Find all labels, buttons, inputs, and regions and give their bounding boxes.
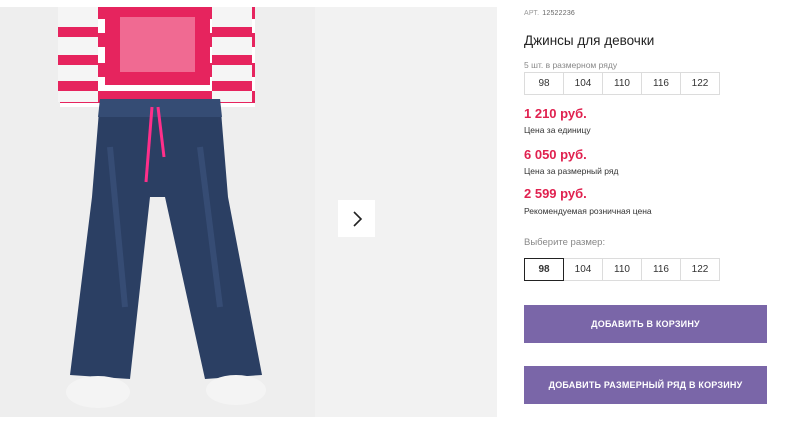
size-option-110[interactable]: 110 — [602, 258, 642, 281]
pack-size: 110 — [602, 72, 642, 95]
pack-size: 98 — [524, 72, 564, 95]
sku-value: 12522236 — [542, 10, 576, 17]
size-option-98[interactable]: 98 — [524, 258, 564, 281]
size-option-116[interactable]: 116 — [641, 258, 681, 281]
chevron-right-icon — [352, 210, 362, 227]
retail-price: 2 599 руб. — [524, 186, 587, 201]
add-pack-to-cart-button[interactable]: ДОБАВИТЬ РАЗМЕРНЫЙ РЯД В КОРЗИНУ — [524, 366, 767, 404]
size-picker-label: Выберите размер: — [524, 237, 606, 248]
size-option-122[interactable]: 122 — [680, 258, 720, 281]
product-photo[interactable] — [0, 7, 315, 417]
pack-size: 122 — [680, 72, 720, 95]
product-title: Джинсы для девочки — [524, 33, 655, 48]
size-option-104[interactable]: 104 — [563, 258, 603, 281]
sku: АРТ. 12522236 — [524, 10, 575, 17]
pack-price-label: Цена за размерный ряд — [524, 166, 619, 176]
pack-price: 6 050 руб. — [524, 147, 587, 162]
pack-size: 116 — [641, 72, 681, 95]
pack-size: 104 — [563, 72, 603, 95]
product-photo-image — [0, 7, 315, 417]
retail-price-label: Рекомендуемая розничная цена — [524, 206, 652, 216]
unit-price-label: Цена за единицу — [524, 125, 591, 135]
add-to-cart-button[interactable]: ДОБАВИТЬ В КОРЗИНУ — [524, 305, 767, 343]
gallery-next-button[interactable] — [338, 200, 375, 237]
pack-size-list: 98 104 110 116 122 — [524, 72, 720, 95]
size-picker: 98 104 110 116 122 — [524, 258, 720, 281]
pack-note: 5 шт. в размерном ряду — [524, 60, 618, 70]
sku-label: АРТ. — [524, 10, 540, 17]
unit-price: 1 210 руб. — [524, 106, 587, 121]
product-gallery — [0, 7, 497, 417]
